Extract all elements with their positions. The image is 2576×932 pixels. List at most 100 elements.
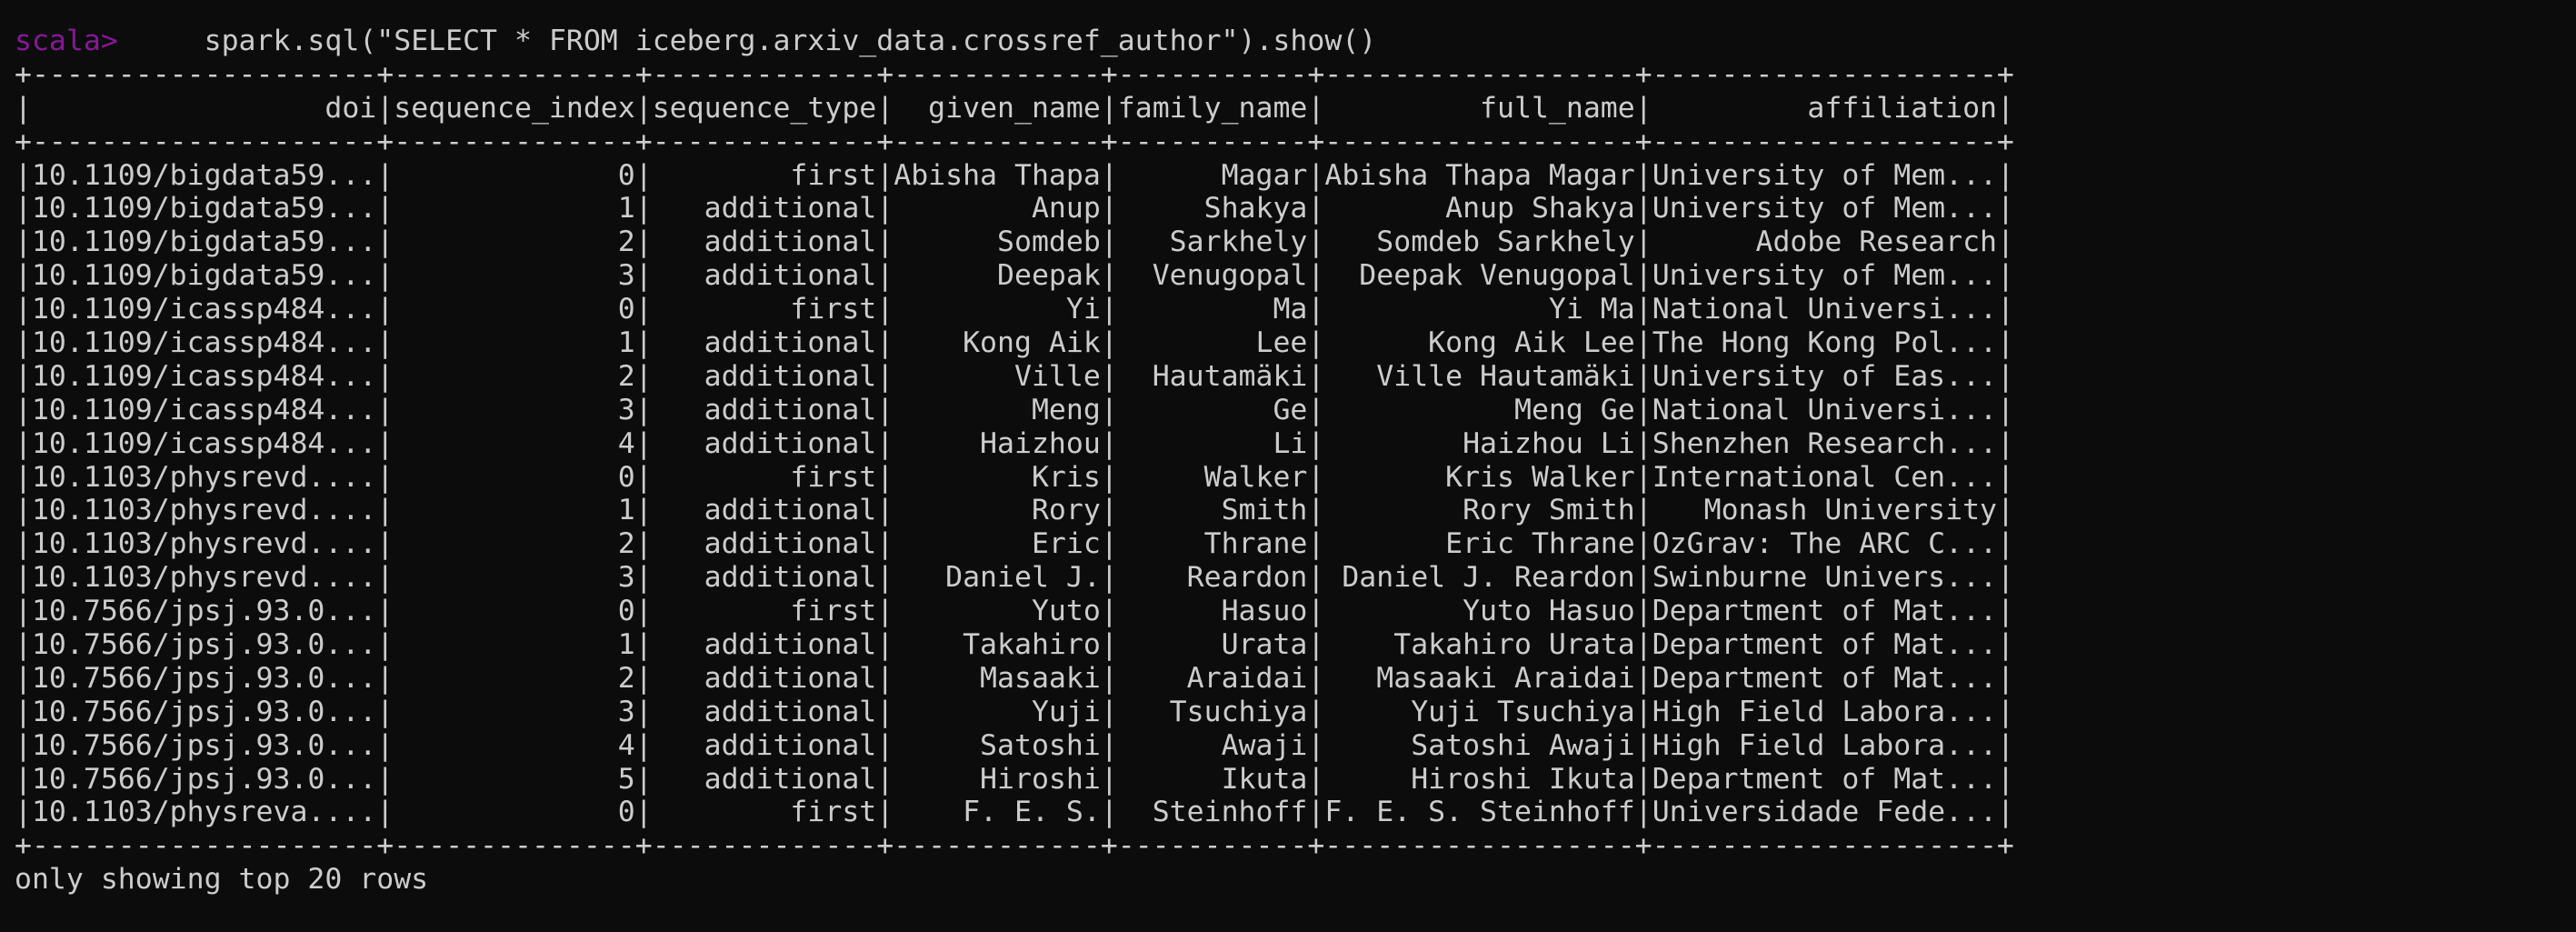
cell-affiliation: Department of Mat... — [1652, 595, 1998, 628]
cell-family-name: Thrane — [1117, 527, 1308, 561]
cell-family-name: Araidai — [1117, 661, 1308, 695]
cell-full-name: Rory Smith — [1324, 494, 1635, 527]
table-header: | doi|sequence_index|sequence_type| give… — [15, 91, 2014, 125]
scala-prompt: scala> — [15, 25, 118, 57]
cell-sequence-index: 0 — [394, 460, 635, 494]
cell-doi: 10.1109/bigdata59... — [31, 192, 377, 225]
cell-sequence-type: additional — [652, 527, 877, 561]
cell-sequence-index: 1 — [394, 494, 635, 527]
cell-full-name: Yi Ma — [1324, 293, 1635, 326]
cell-sequence-index: 3 — [394, 561, 635, 595]
cell-family-name: Li — [1117, 426, 1308, 460]
cell-affiliation: OzGrav: The ARC C... — [1652, 527, 1998, 561]
command-text: spark.sql("SELECT * FROM iceberg.arxiv_d… — [204, 25, 1377, 57]
cell-sequence-index: 2 — [394, 225, 635, 259]
cell-full-name: Takahiro Urata — [1324, 628, 1635, 662]
table-border: +--------------------+--------------+---… — [15, 57, 2014, 91]
cell-full-name: Masaaki Araidai — [1324, 661, 1635, 695]
cell-doi: 10.1109/icassp484... — [31, 326, 377, 360]
cell-full-name: Kris Walker — [1324, 460, 1635, 494]
cell-doi: 10.1109/icassp484... — [31, 293, 377, 326]
cell-doi: 10.1103/physrevd.... — [31, 494, 377, 527]
header-doi: doi — [31, 91, 377, 125]
cell-doi: 10.7566/jpsj.93.0... — [31, 695, 377, 728]
cell-sequence-type: additional — [652, 393, 877, 426]
cell-family-name: Hasuo — [1117, 595, 1308, 628]
cell-given-name: Meng — [894, 393, 1101, 426]
cell-sequence-type: additional — [652, 192, 877, 225]
cell-affiliation: University of Mem... — [1652, 158, 1998, 192]
cell-sequence-type: additional — [652, 661, 877, 695]
table-border: +--------------------+--------------+---… — [15, 829, 2014, 863]
cell-affiliation: Monash University — [1652, 494, 1998, 527]
cell-family-name: Ge — [1117, 393, 1308, 426]
cell-doi: 10.7566/jpsj.93.0... — [31, 595, 377, 628]
cell-affiliation: University of Eas... — [1652, 359, 1998, 393]
cell-family-name: Reardon — [1117, 561, 1308, 595]
cell-given-name: Satoshi — [894, 728, 1101, 762]
cell-full-name: Deepak Venugopal — [1324, 259, 1635, 293]
cell-full-name: Yuto Hasuo — [1324, 595, 1635, 628]
cell-doi: 10.1109/icassp484... — [31, 359, 377, 393]
cell-affiliation: Department of Mat... — [1652, 762, 1998, 796]
cell-full-name: Satoshi Awaji — [1324, 728, 1635, 762]
cell-doi: 10.1103/physreva.... — [31, 796, 377, 829]
cell-sequence-type: additional — [652, 695, 877, 728]
cell-given-name: F. E. S. — [894, 796, 1101, 829]
cell-doi: 10.1103/physrevd.... — [31, 527, 377, 561]
cell-full-name: Ville Hautamäki — [1324, 359, 1635, 393]
header-full-name: full_name — [1324, 91, 1635, 125]
table-row: |10.1109/bigdata59...| 1| additional| An… — [15, 192, 2014, 225]
cell-family-name: Ikuta — [1117, 762, 1308, 796]
cell-family-name: Venugopal — [1117, 259, 1308, 293]
cell-doi: 10.1109/bigdata59... — [31, 158, 377, 192]
table-row: |10.1109/bigdata59...| 2| additional| So… — [15, 225, 2014, 259]
command-line: scala> spark.sql("SELECT * FROM iceberg.… — [15, 25, 2014, 58]
cell-given-name: Daniel J. — [894, 561, 1101, 595]
cell-sequence-type: additional — [652, 762, 877, 796]
table-row: |10.1109/icassp484...| 3| additional| Me… — [15, 393, 2014, 426]
cell-given-name: Somdeb — [894, 225, 1101, 259]
table-row: |10.1109/icassp484...| 0| first| Yi| Ma|… — [15, 293, 2014, 326]
cell-given-name: Takahiro — [894, 628, 1101, 662]
cell-sequence-index: 4 — [394, 728, 635, 762]
cell-family-name: Tsuchiya — [1117, 695, 1308, 728]
cell-affiliation: National Universi... — [1652, 293, 1998, 326]
cell-given-name: Hiroshi — [894, 762, 1101, 796]
table-row: |10.7566/jpsj.93.0...| 5| additional| Hi… — [15, 762, 2014, 796]
cell-given-name: Kris — [894, 460, 1101, 494]
cell-sequence-index: 0 — [394, 293, 635, 326]
cell-sequence-type: first — [652, 796, 877, 829]
cell-full-name: Daniel J. Reardon — [1324, 561, 1635, 595]
cell-affiliation: University of Mem... — [1652, 192, 1998, 225]
cell-given-name: Ville — [894, 359, 1101, 393]
cell-family-name: Steinhoff — [1117, 796, 1308, 829]
cell-full-name: Hiroshi Ikuta — [1324, 762, 1635, 796]
cell-sequence-index: 2 — [394, 661, 635, 695]
header-family-name: family_name — [1117, 91, 1308, 125]
cell-doi: 10.1109/icassp484... — [31, 393, 377, 426]
table-row: |10.7566/jpsj.93.0...| 0| first| Yuto| H… — [15, 595, 2014, 628]
cell-full-name: Meng Ge — [1324, 393, 1635, 426]
cell-family-name: Shakya — [1117, 192, 1308, 225]
cell-sequence-index: 0 — [394, 796, 635, 829]
cell-sequence-index: 3 — [394, 393, 635, 426]
table-row: |10.1103/physreva....| 0| first| F. E. S… — [15, 796, 2014, 829]
cell-full-name: Anup Shakya — [1324, 192, 1635, 225]
cell-sequence-type: first — [652, 293, 877, 326]
footer-text: only showing top 20 rows — [15, 863, 429, 897]
cell-doi: 10.1109/bigdata59... — [31, 259, 377, 293]
cell-sequence-type: first — [652, 460, 877, 494]
cell-affiliation: National Universi... — [1652, 393, 1998, 426]
header-sequence-type: sequence_type — [652, 91, 877, 125]
cell-sequence-index: 0 — [394, 595, 635, 628]
cell-sequence-index: 4 — [394, 426, 635, 460]
cell-family-name: Ma — [1117, 293, 1308, 326]
cell-given-name: Haizhou — [894, 426, 1101, 460]
cell-sequence-type: additional — [652, 359, 877, 393]
table-row: |10.1109/bigdata59...| 0| first|Abisha T… — [15, 158, 2014, 192]
terminal-output: scala> spark.sql("SELECT * FROM iceberg.… — [15, 25, 2014, 897]
cell-given-name: Eric — [894, 527, 1101, 561]
table-row: |10.1109/icassp484...| 4| additional| Ha… — [15, 426, 2014, 460]
cell-given-name: Rory — [894, 494, 1101, 527]
